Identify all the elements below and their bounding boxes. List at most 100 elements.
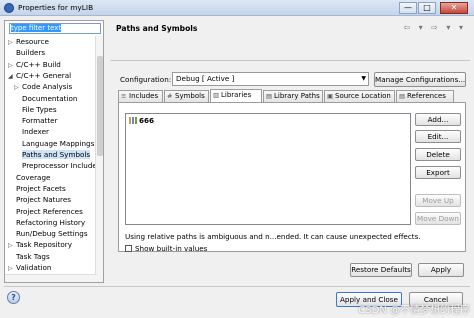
divider xyxy=(110,60,470,61)
maximize-button[interactable]: □ xyxy=(418,2,436,14)
tab-libraries[interactable]: ▥ Libraries xyxy=(210,89,262,102)
library-icon xyxy=(129,117,137,124)
library-name: 666 xyxy=(139,116,155,125)
chevron-down-icon: ▼ xyxy=(361,75,366,82)
tree-item[interactable]: Builders xyxy=(8,47,45,58)
tree-item-label: Validation xyxy=(16,263,52,272)
tree-item-label: Code Analysis xyxy=(22,82,73,92)
tab-strip: ≡ Includes # Symbols ▥ Libraries ▤ Library Path… xyxy=(118,89,466,102)
show-builtin-checkbox[interactable]: Show built-in values xyxy=(125,244,207,253)
tree-item[interactable]: ▷ C/C++ Build xyxy=(8,59,61,70)
tree-item[interactable]: File Types xyxy=(14,104,57,115)
tree-item-label: C/C++ Build xyxy=(16,59,61,69)
tree-item-label: Paths and Symbols xyxy=(22,150,91,159)
tree-item[interactable]: Documentation xyxy=(14,93,77,104)
tree-item-label: Indexer xyxy=(22,127,49,137)
tree-item-label: Project Facets xyxy=(16,183,66,193)
tree-item[interactable]: Indexer xyxy=(14,126,49,137)
tab-symbols[interactable]: # Symbols xyxy=(164,90,209,102)
tree-item-label: Task Repository xyxy=(16,240,73,250)
filter-input-text: type filter text xyxy=(11,24,62,32)
property-tree: ▷ Resource Builders ▷ C/C++ Build ◢ C/C++ Gene… xyxy=(5,36,97,282)
tree-item-label: File Types xyxy=(22,104,57,114)
tab-icon: ▥ xyxy=(213,91,220,99)
tree-item[interactable]: Project References xyxy=(8,206,83,217)
filter-input[interactable]: type filter text xyxy=(9,23,101,34)
tree-item[interactable]: Refactoring History xyxy=(8,217,85,228)
configuration-select[interactable]: Debug [ Active ] ▼ xyxy=(172,72,369,86)
tree-item-label: Task Tags xyxy=(16,251,50,261)
configuration-label: Configuration: xyxy=(120,75,172,84)
libraries-list[interactable]: 666 xyxy=(125,113,411,225)
tree-item[interactable]: ▷ Task Repository xyxy=(8,239,72,250)
tab-library-paths[interactable]: ▤ Library Paths xyxy=(263,90,323,102)
tree-item[interactable]: Project Natures xyxy=(8,194,71,205)
tab-icon: ▤ xyxy=(266,92,273,100)
minimize-button[interactable]: — xyxy=(399,2,417,14)
tab-label: Libraries xyxy=(221,91,252,99)
tree-item-label: Language Mappings xyxy=(22,138,95,148)
tree-item[interactable]: Preprocessor Include xyxy=(14,160,97,171)
tab-label: Library Paths xyxy=(274,92,320,100)
move-down-button[interactable]: Move Down xyxy=(415,212,461,225)
tab-references[interactable]: ▤ References xyxy=(396,90,454,102)
edit-button[interactable]: Edit... xyxy=(415,130,461,143)
tab-label: Includes xyxy=(129,92,159,100)
tree-item-label: Project References xyxy=(16,206,83,216)
close-button[interactable]: ✕ xyxy=(440,2,468,14)
relative-paths-note: Using relative paths is ambiguous and n.… xyxy=(125,232,421,241)
watermark: CSDN @不情梦想的程序 xyxy=(358,305,470,316)
tree-item[interactable]: Language Mappings xyxy=(14,138,94,149)
tree-item-label: Documentation xyxy=(22,93,78,103)
tab-icon: # xyxy=(167,92,173,100)
manage-configurations-button[interactable]: Manage Configurations... xyxy=(374,72,466,87)
tree-item[interactable]: Coverage xyxy=(8,172,50,183)
tree-vertical-scrollbar[interactable] xyxy=(95,36,103,282)
footer-divider xyxy=(4,286,470,287)
window-titlebar: Properties for myLIB — □ ✕ xyxy=(0,0,474,16)
tree-item-label: C/C++ General xyxy=(16,70,72,80)
libraries-tab-panel: 666 Add... Edit... Delete Export Move Up Move… xyxy=(118,102,466,253)
tab-label: References xyxy=(407,92,446,100)
tree-item-label: Preprocessor Include xyxy=(22,161,97,171)
tree-item-label: Formatter xyxy=(22,116,58,126)
help-icon[interactable]: ? xyxy=(7,291,20,304)
scroll-thumb[interactable] xyxy=(97,56,103,156)
tree-item[interactable]: Formatter xyxy=(14,115,58,126)
show-builtin-label: Show built-in values xyxy=(135,244,208,253)
tree-item[interactable]: Run/Debug Settings xyxy=(8,228,88,239)
tree-item-label: Coverage xyxy=(16,172,51,182)
tree-item-label: Project Natures xyxy=(16,195,71,205)
export-button[interactable]: Export xyxy=(415,166,461,179)
tree-item[interactable]: ▷ Resource xyxy=(8,36,49,47)
tab-label: Symbols xyxy=(175,92,205,100)
tab-source-location[interactable]: ▣ Source Location xyxy=(324,90,395,102)
tab-icon: ▣ xyxy=(327,92,334,100)
page-title: Paths and Symbols xyxy=(116,24,198,33)
add-button[interactable]: Add... xyxy=(415,113,461,126)
restore-defaults-button[interactable]: Restore Defaults xyxy=(350,263,412,277)
library-item[interactable]: 666 xyxy=(129,116,154,126)
preference-tree-panel: type filter text ▷ Resource Builders ▷ C/C++… xyxy=(4,20,104,283)
tree-item[interactable]: Task Tags xyxy=(8,251,50,262)
tab-icon: ▤ xyxy=(399,92,406,100)
configuration-value: Debug [ Active ] xyxy=(176,74,235,83)
tree-horizontal-scrollbar[interactable] xyxy=(5,274,97,282)
tree-item[interactable]: Project Facets xyxy=(8,183,66,194)
apply-button[interactable]: Apply xyxy=(418,263,464,277)
tree-item-label: Resource xyxy=(16,37,49,46)
page-nav-arrows[interactable]: ⇦ ▾ ⇨ ▾ ▾ xyxy=(403,23,466,32)
app-icon xyxy=(4,3,14,13)
checkbox-box[interactable] xyxy=(125,245,132,252)
tree-item[interactable]: ▷ Code Analysis xyxy=(14,81,72,92)
tree-item[interactable]: ▷ Validation xyxy=(8,262,52,273)
tab-icon: ≡ xyxy=(121,92,127,100)
tree-item[interactable]: ◢ C/C++ General xyxy=(8,70,71,81)
tree-item[interactable]: Paths and Symbols xyxy=(14,149,91,160)
tab-includes[interactable]: ≡ Includes xyxy=(118,90,163,102)
tree-item-label: Refactoring History xyxy=(16,217,86,227)
tree-item-label: Run/Debug Settings xyxy=(16,229,88,239)
move-up-button[interactable]: Move Up xyxy=(415,194,461,207)
window-title: Properties for myLIB xyxy=(18,3,94,12)
delete-button[interactable]: Delete xyxy=(415,148,461,161)
